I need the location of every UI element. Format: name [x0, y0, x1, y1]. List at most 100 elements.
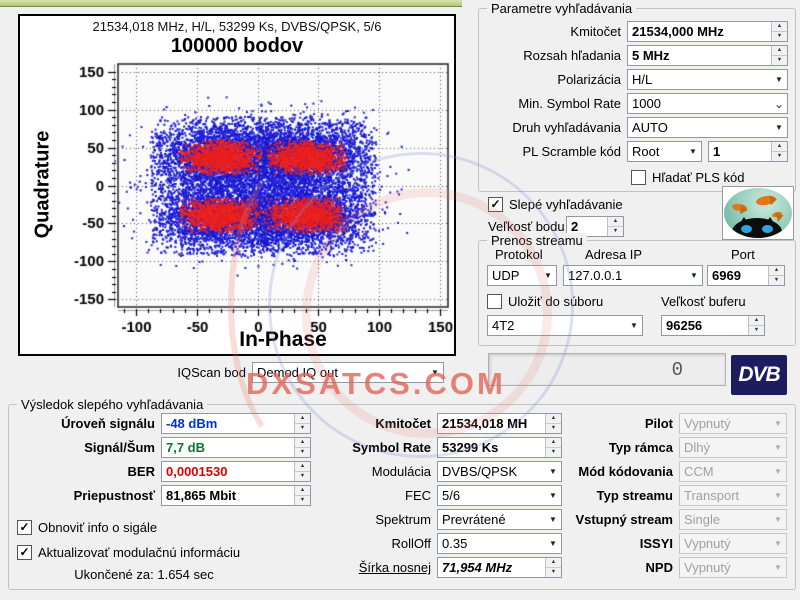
cat-ear [738, 211, 750, 226]
dropdown-arrow-icon[interactable]: ▼ [771, 75, 787, 84]
top-window-edge [0, 0, 462, 7]
carrier-width-spinner[interactable]: 71,954 MHz ▲ ▼ [437, 557, 562, 578]
spin-up-icon[interactable]: ▲ [772, 22, 787, 31]
spin-up-icon[interactable]: ▲ [608, 217, 623, 226]
buffer-size-value: 96256 [666, 318, 703, 333]
search-type-dropdown[interactable]: AUTO ▼ [627, 117, 788, 138]
min-symbol-rate-row: Min. Symbol Rate 1000 ⌄ [485, 93, 789, 114]
snr-spinner[interactable]: 7,7 dB ▲ ▼ [161, 437, 311, 458]
signal-level-spinner[interactable]: -48 dBm ▲ ▼ [161, 413, 311, 434]
spin-down-icon[interactable]: ▼ [772, 31, 787, 41]
dropdown-arrow-icon[interactable]: ▼ [540, 271, 556, 280]
stream-group-title: Prenos streamu [487, 233, 587, 248]
results-left-column: Úroveň signálu -48 dBm ▲ ▼ Signál/Šum 7,7 dB ▲… [13, 413, 313, 509]
signal-level-row: Úroveň signálu -48 dBm ▲ ▼ [13, 413, 313, 434]
min-symbol-rate-dropdown[interactable]: 1000 ⌄ [627, 93, 788, 114]
dropdown-arrow-icon[interactable]: ▼ [427, 368, 443, 377]
dropdown-arrow-icon[interactable]: ▼ [685, 147, 701, 156]
buffer-spin-buttons[interactable]: ▲ ▼ [748, 316, 764, 335]
results-right-column: Pilot Vypnutý ▼ Typ rámca Dlhý ▼ Mód kódovania… [555, 413, 787, 581]
update-modulation-info-row: Aktualizovať modulačnú informáciu [17, 542, 240, 562]
frequency-spin-buttons[interactable]: ▲ ▼ [771, 22, 787, 41]
input-stream-row: Vstupný stream Single ▼ [555, 509, 787, 530]
device-dropdown[interactable]: 4T2 ▼ [487, 315, 643, 336]
input-stream-value: Single [684, 512, 721, 527]
pl-scramble-spin-buttons[interactable]: ▲ ▼ [771, 142, 787, 161]
spin-down-icon[interactable]: ▼ [749, 325, 764, 335]
min-symbol-rate-label: Min. Symbol Rate [518, 96, 621, 111]
spin-up-icon[interactable]: ▲ [772, 142, 787, 151]
rolloff-dropdown[interactable]: 0.35 ▼ [437, 533, 562, 554]
pl-scramble-root-value: Root [632, 144, 660, 159]
modulation-dropdown[interactable]: DVBS/QPSK ▼ [437, 461, 562, 482]
frame-type-value: Dlhý [684, 440, 711, 455]
spin-up-icon[interactable]: ▲ [772, 46, 787, 55]
iqscan-point-dropdown[interactable]: Demod IQ out ▼ [252, 362, 444, 383]
results-group-title: Výsledok slepého vyhľadávania [17, 397, 208, 412]
dot-size-spin-buttons[interactable]: ▲ ▼ [607, 217, 623, 236]
refresh-signal-info-checkbox[interactable] [17, 519, 32, 535]
update-modulation-info-checkbox[interactable] [17, 544, 32, 560]
pl-scramble-root-dropdown[interactable]: Root ▼ [627, 141, 702, 162]
frame-type-label: Typ rámca [608, 440, 673, 455]
pl-scramble-row: PL Scramble kód Root ▼ 1 ▲ ▼ [485, 141, 789, 162]
search-parameters-rows: Kmitočet 21534,000 MHz ▲ ▼ Rozsah hľadania 5 … [485, 21, 789, 165]
stream-transfer-group: Prenos streamu Protokol Adresa IP Port U… [478, 233, 796, 346]
modulation-row: Modulácia DVBS/QPSK ▼ [301, 461, 562, 482]
chevron-down-icon[interactable]: ⌄ [771, 98, 787, 110]
status-digit: 0 [671, 358, 683, 381]
fec-row: FEC 5/6 ▼ [301, 485, 562, 506]
npd-value: Vypnutý [684, 560, 731, 575]
npd-label: NPD [645, 560, 673, 575]
ber-spinner[interactable]: 0,0001530 ▲ ▼ [161, 461, 311, 482]
iq-constellation-canvas [20, 60, 454, 332]
spin-down-icon[interactable]: ▼ [772, 55, 787, 65]
dropdown-arrow-icon: ▼ [774, 419, 782, 428]
fec-dropdown[interactable]: 5/6 ▼ [437, 485, 562, 506]
aquarium-background [724, 188, 792, 238]
pilot-dropdown: Vypnutý ▼ [679, 413, 787, 434]
dropdown-arrow-icon[interactable]: ▼ [686, 271, 702, 280]
result-symbol-rate-spinner[interactable]: 53299 Ks ▲ ▼ [437, 437, 562, 458]
min-symbol-rate-value: 1000 [632, 96, 661, 111]
fec-label: FEC [405, 488, 431, 503]
protocol-dropdown[interactable]: UDP ▼ [487, 265, 557, 286]
ip-address-dropdown[interactable]: 127.0.0.1 ▼ [563, 265, 703, 286]
issyi-label: ISSYI [639, 536, 673, 551]
spin-up-icon[interactable]: ▲ [769, 266, 784, 275]
fish-aquarium-icon [722, 186, 794, 240]
spin-up-icon[interactable]: ▲ [749, 316, 764, 325]
ip-address-value: 127.0.0.1 [568, 268, 623, 283]
blind-search-checkbox[interactable] [488, 196, 503, 212]
signal-level-label: Úroveň signálu [61, 416, 155, 431]
coding-mode-value: CCM [684, 464, 714, 479]
spin-down-icon[interactable]: ▼ [608, 226, 623, 236]
dropdown-arrow-icon[interactable]: ▼ [771, 123, 787, 132]
polarization-label: Polarizácia [557, 72, 621, 87]
result-frequency-spinner[interactable]: 21534,018 MH ▲ ▼ [437, 413, 562, 434]
iqscan-point-label: IQScan bod [177, 365, 246, 380]
search-range-spinner[interactable]: 5 MHz ▲ ▼ [627, 45, 788, 66]
frequency-spinner[interactable]: 21534,000 MHz ▲ ▼ [627, 21, 788, 42]
port-spinner[interactable]: 6969 ▲ ▼ [707, 265, 785, 286]
save-to-file-label: Uložiť do súboru [508, 293, 604, 309]
polarization-dropdown[interactable]: H/L ▼ [627, 69, 788, 90]
dropdown-arrow-icon[interactable]: ▼ [626, 321, 642, 330]
spectrum-dropdown[interactable]: Prevrátené ▼ [437, 509, 562, 530]
polarization-row: Polarizácia H/L ▼ [485, 69, 789, 90]
port-spin-buttons[interactable]: ▲ ▼ [768, 266, 784, 285]
polarization-value: H/L [632, 72, 653, 87]
dvb-logo: DVB [731, 355, 787, 395]
search-pls-checkbox[interactable] [631, 169, 646, 185]
rolloff-label: RollOff [391, 536, 432, 551]
pl-scramble-spinner[interactable]: 1 ▲ ▼ [708, 141, 788, 162]
buffer-size-spinner[interactable]: 96256 ▲ ▼ [661, 315, 765, 336]
throughput-spinner[interactable]: 81,865 Mbit ▲ ▼ [161, 485, 311, 506]
save-to-file-checkbox[interactable] [487, 293, 502, 309]
spin-down-icon[interactable]: ▼ [772, 151, 787, 161]
search-range-value: 5 MHz [632, 48, 670, 63]
spin-down-icon[interactable]: ▼ [769, 275, 784, 285]
refresh-signal-info-row: Obnoviť info o sigále [17, 517, 240, 537]
device-value: 4T2 [492, 318, 515, 333]
search-range-spin-buttons[interactable]: ▲ ▼ [771, 46, 787, 65]
